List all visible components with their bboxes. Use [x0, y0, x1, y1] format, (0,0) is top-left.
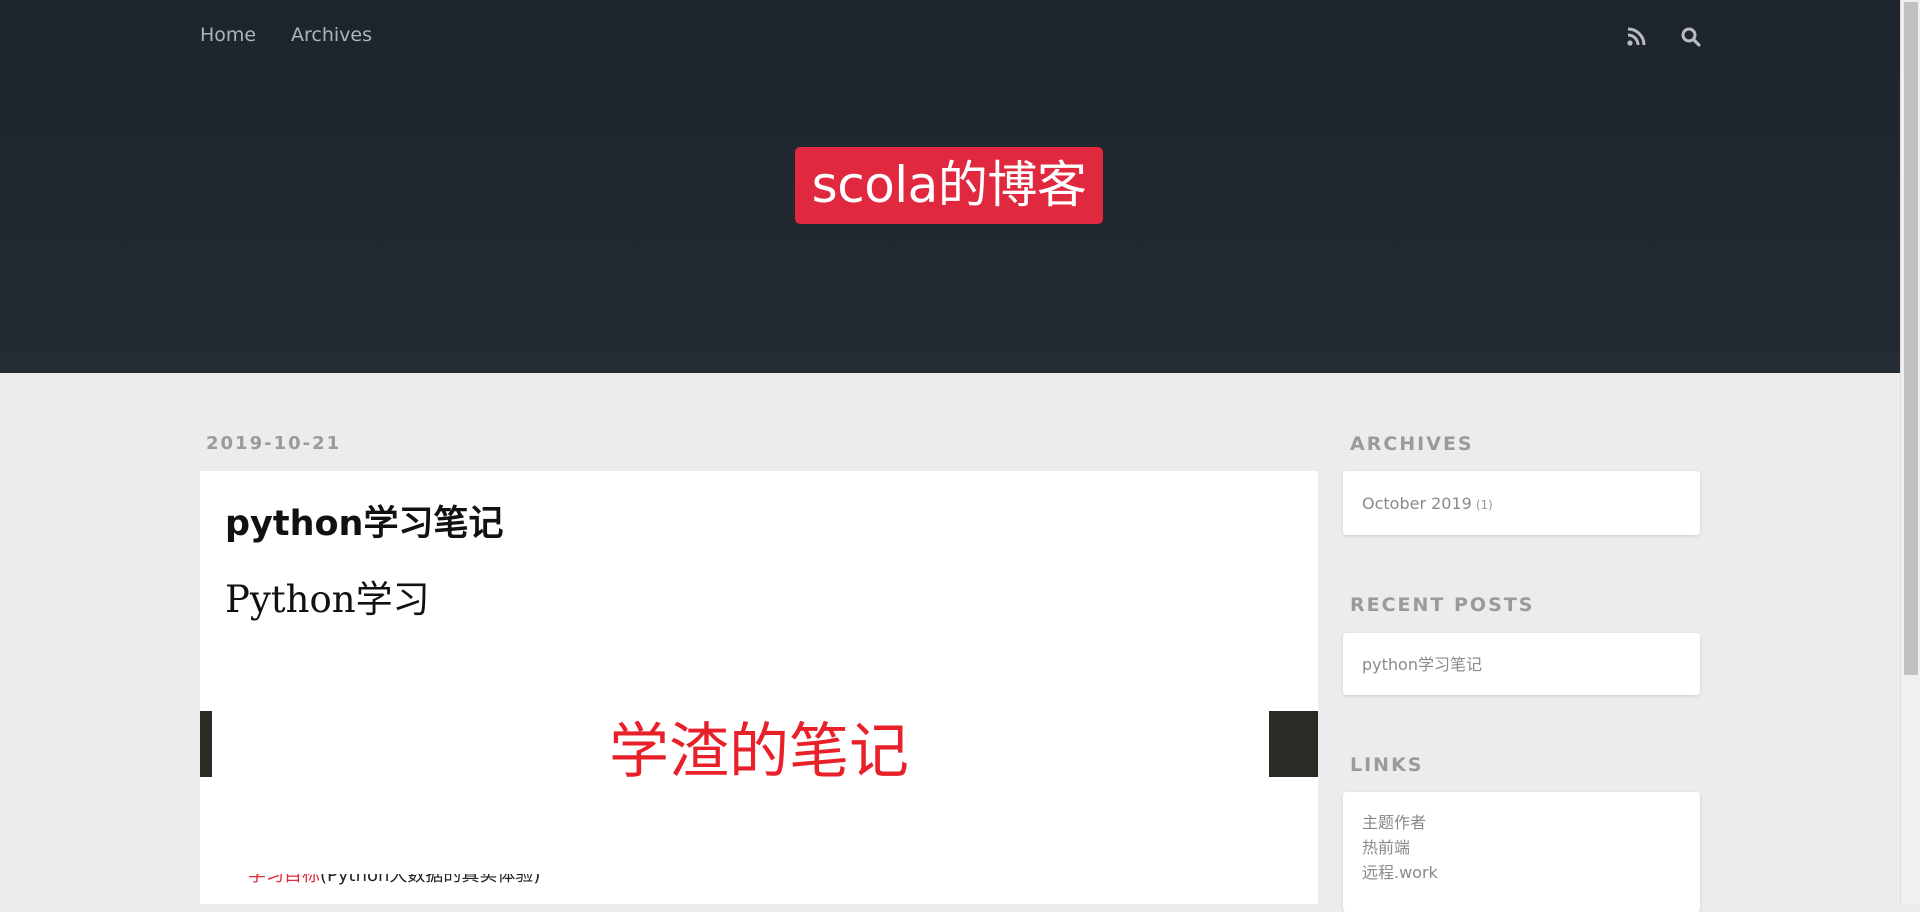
- rss-icon[interactable]: [1625, 26, 1647, 48]
- cut-off-text-line: 学习目标(Python大数据的真实体验): [248, 874, 540, 886]
- post-card: python学习笔记 Python学习 学渣的笔记 学习目标(Python大数据…: [200, 471, 1318, 904]
- links-card: 主题作者 热前端 远程.work: [1343, 792, 1700, 912]
- banner-text: 学渣的笔记: [609, 717, 909, 787]
- link-remote-work[interactable]: 远程.work: [1362, 860, 1681, 885]
- page-scrollbar[interactable]: [1900, 0, 1920, 904]
- site-title[interactable]: scola的博客: [795, 147, 1103, 224]
- post-title[interactable]: python学习笔记: [225, 495, 503, 546]
- search-icon[interactable]: [1680, 26, 1702, 48]
- archive-link-label: October 2019: [1362, 494, 1472, 513]
- archives-heading: ARCHIVES: [1350, 433, 1474, 455]
- cut-line-highlight: 学习目标: [248, 874, 320, 886]
- site-header: Home Archives scola的博客: [0, 0, 1900, 373]
- links-heading: LINKS: [1350, 754, 1424, 776]
- scrollbar-thumb[interactable]: [1904, 2, 1918, 675]
- post-date: 2019-10-21: [206, 433, 342, 454]
- archives-card: October 2019 (1): [1343, 471, 1700, 535]
- recent-post-link[interactable]: python学习笔记: [1362, 652, 1681, 677]
- nav-archives-link[interactable]: Archives: [291, 24, 372, 46]
- nav-home-link[interactable]: Home: [200, 24, 256, 46]
- archive-count: (1): [1475, 498, 1493, 512]
- post-heading: Python学习: [225, 578, 430, 621]
- recent-posts-card: python学习笔记: [1343, 633, 1700, 695]
- cut-line-rest: (Python大数据的真实体验): [320, 874, 541, 886]
- archive-link-october-2019[interactable]: October 2019 (1): [1362, 491, 1681, 518]
- recent-posts-heading: RECENT POSTS: [1350, 594, 1535, 616]
- link-theme-author[interactable]: 主题作者: [1362, 810, 1681, 835]
- link-hot-frontend[interactable]: 热前端: [1362, 835, 1681, 860]
